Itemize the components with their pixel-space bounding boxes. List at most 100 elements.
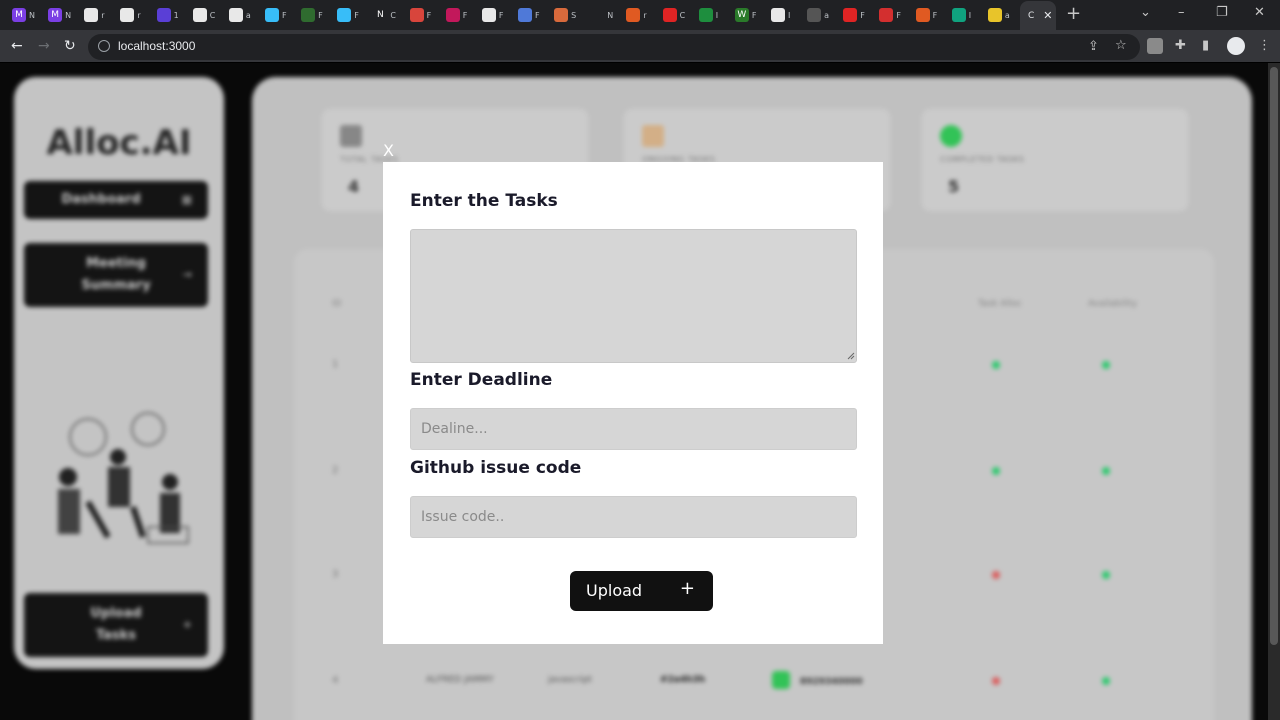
browser-tab[interactable]: F [265,5,287,25]
tab-favicon-icon: M [12,8,26,22]
profile-avatar-icon[interactable] [1227,37,1245,55]
address-url[interactable]: localhost:3000 [118,39,195,53]
browser-tab[interactable]: NC [373,5,396,25]
tab-favicon-icon [481,8,496,22]
tab-favicon-icon [662,8,677,22]
browser-tab[interactable]: a [807,5,829,25]
maximize-icon[interactable]: ❐ [1216,5,1228,20]
window-close-icon[interactable]: ✕ [1254,5,1265,20]
browser-tab-strip: MNMNrr1CaFFFNCFFFFSNrCIWFIaFFFIa C ✕ + ⌄… [0,0,1280,30]
browser-tab[interactable]: a [228,5,251,25]
browser-tab[interactable]: C [662,5,686,25]
tab-title: C [390,10,397,20]
minimize-icon[interactable]: – [1178,5,1185,20]
forward-icon[interactable]: → [38,38,50,54]
new-tab-icon[interactable]: + [1066,5,1081,23]
tab-title: F [498,10,504,20]
tab-title: a [1004,10,1010,20]
browser-tab[interactable]: I [698,5,719,25]
browser-tab[interactable]: C [192,5,216,25]
page-scrollbar[interactable] [1268,63,1280,720]
tasks-textarea[interactable] [410,229,857,363]
browser-tab[interactable]: F [879,5,901,25]
tab-favicon-icon [843,8,858,22]
browser-tab[interactable]: MN [12,5,35,25]
site-info-icon[interactable] [98,40,110,52]
tab-favicon-icon [879,8,894,22]
share-icon[interactable]: ⇪ [1088,39,1099,54]
browser-tab[interactable]: I [951,5,971,25]
browser-tab[interactable]: F [481,5,504,25]
tab-favicon-icon: N [373,8,388,22]
browser-tab[interactable]: F [337,5,359,25]
tab-favicon-icon: M [48,8,63,22]
browser-tab[interactable]: F [409,5,432,25]
scrollbar-thumb[interactable] [1270,67,1278,645]
tab-title: I [715,10,719,20]
tab-favicon-icon [301,8,316,22]
active-tab-title: C [1028,10,1035,21]
tab-title: F [354,10,359,20]
upload-button[interactable]: Upload + [570,571,713,611]
issue-code-label: Github issue code [410,458,582,478]
browser-tab[interactable]: 1 [156,5,179,25]
address-bar[interactable]: localhost:3000 ⇪ ☆ [88,34,1140,60]
tab-favicon-icon [337,8,352,22]
bookmark-star-icon[interactable]: ☆ [1115,38,1127,53]
tab-search-icon[interactable]: ⌄ [1140,5,1151,20]
extensions-puzzle-icon[interactable]: ✚ [1175,38,1186,53]
tab-favicon-icon [554,8,569,22]
plus-icon: + [679,578,695,599]
browser-tab[interactable]: WF [734,5,757,25]
browser-tab[interactable]: N [590,5,613,25]
extension-icon[interactable] [1147,38,1163,54]
tab-title: F [751,10,757,20]
side-panel-icon[interactable]: ▮ [1202,38,1209,53]
browser-tab[interactable]: r [626,5,647,25]
upload-tasks-modal: Enter the Tasks Enter Deadline Github is… [383,162,883,644]
browser-tab[interactable]: r [84,5,105,25]
tab-favicon-icon [120,8,135,22]
issue-code-input[interactable] [410,496,857,538]
tab-title: r [101,10,105,20]
menu-kebab-icon[interactable]: ⋮ [1258,38,1271,53]
tab-title: F [860,10,865,20]
tab-title: N [65,10,72,20]
tab-favicon-icon: W [734,8,749,22]
tab-favicon-icon [84,8,99,22]
browser-tab[interactable]: r [120,5,141,25]
tab-favicon-icon [951,8,966,22]
browser-tab[interactable]: MN [48,5,71,25]
tab-favicon-icon [518,8,532,22]
tab-title: F [896,10,902,20]
browser-tab[interactable]: F [301,5,323,25]
tab-title: C [209,10,216,20]
tab-favicon-icon [445,8,460,22]
deadline-label: Enter Deadline [410,370,553,390]
browser-tab[interactable]: F [518,5,540,25]
browser-tab[interactable]: F [843,5,865,25]
tab-title: C [679,10,686,20]
browser-tab[interactable]: F [915,5,937,25]
tab-favicon-icon [771,8,785,22]
tab-favicon-icon [807,8,822,22]
active-tab[interactable]: C ✕ [1020,1,1056,30]
browser-tab[interactable]: I [771,5,790,25]
upload-button-label: Upload [586,581,643,600]
tab-title: r [137,10,141,20]
tab-favicon-icon [915,8,930,22]
tab-title: F [426,10,432,20]
browser-tab[interactable]: a [987,5,1010,25]
deadline-input[interactable] [410,408,857,450]
close-tab-icon[interactable]: ✕ [1043,9,1052,22]
reload-icon[interactable]: ↻ [64,38,76,54]
resize-grip-icon[interactable] [847,352,855,360]
tab-title: a [245,10,251,20]
back-icon[interactable]: ← [11,38,23,54]
browser-tab[interactable]: F [445,5,467,25]
tab-title: F [318,10,323,20]
browser-tab[interactable]: S [554,5,576,25]
modal-close-button[interactable]: X [383,142,394,160]
tab-favicon-icon [265,8,279,22]
tab-favicon-icon [590,8,605,22]
